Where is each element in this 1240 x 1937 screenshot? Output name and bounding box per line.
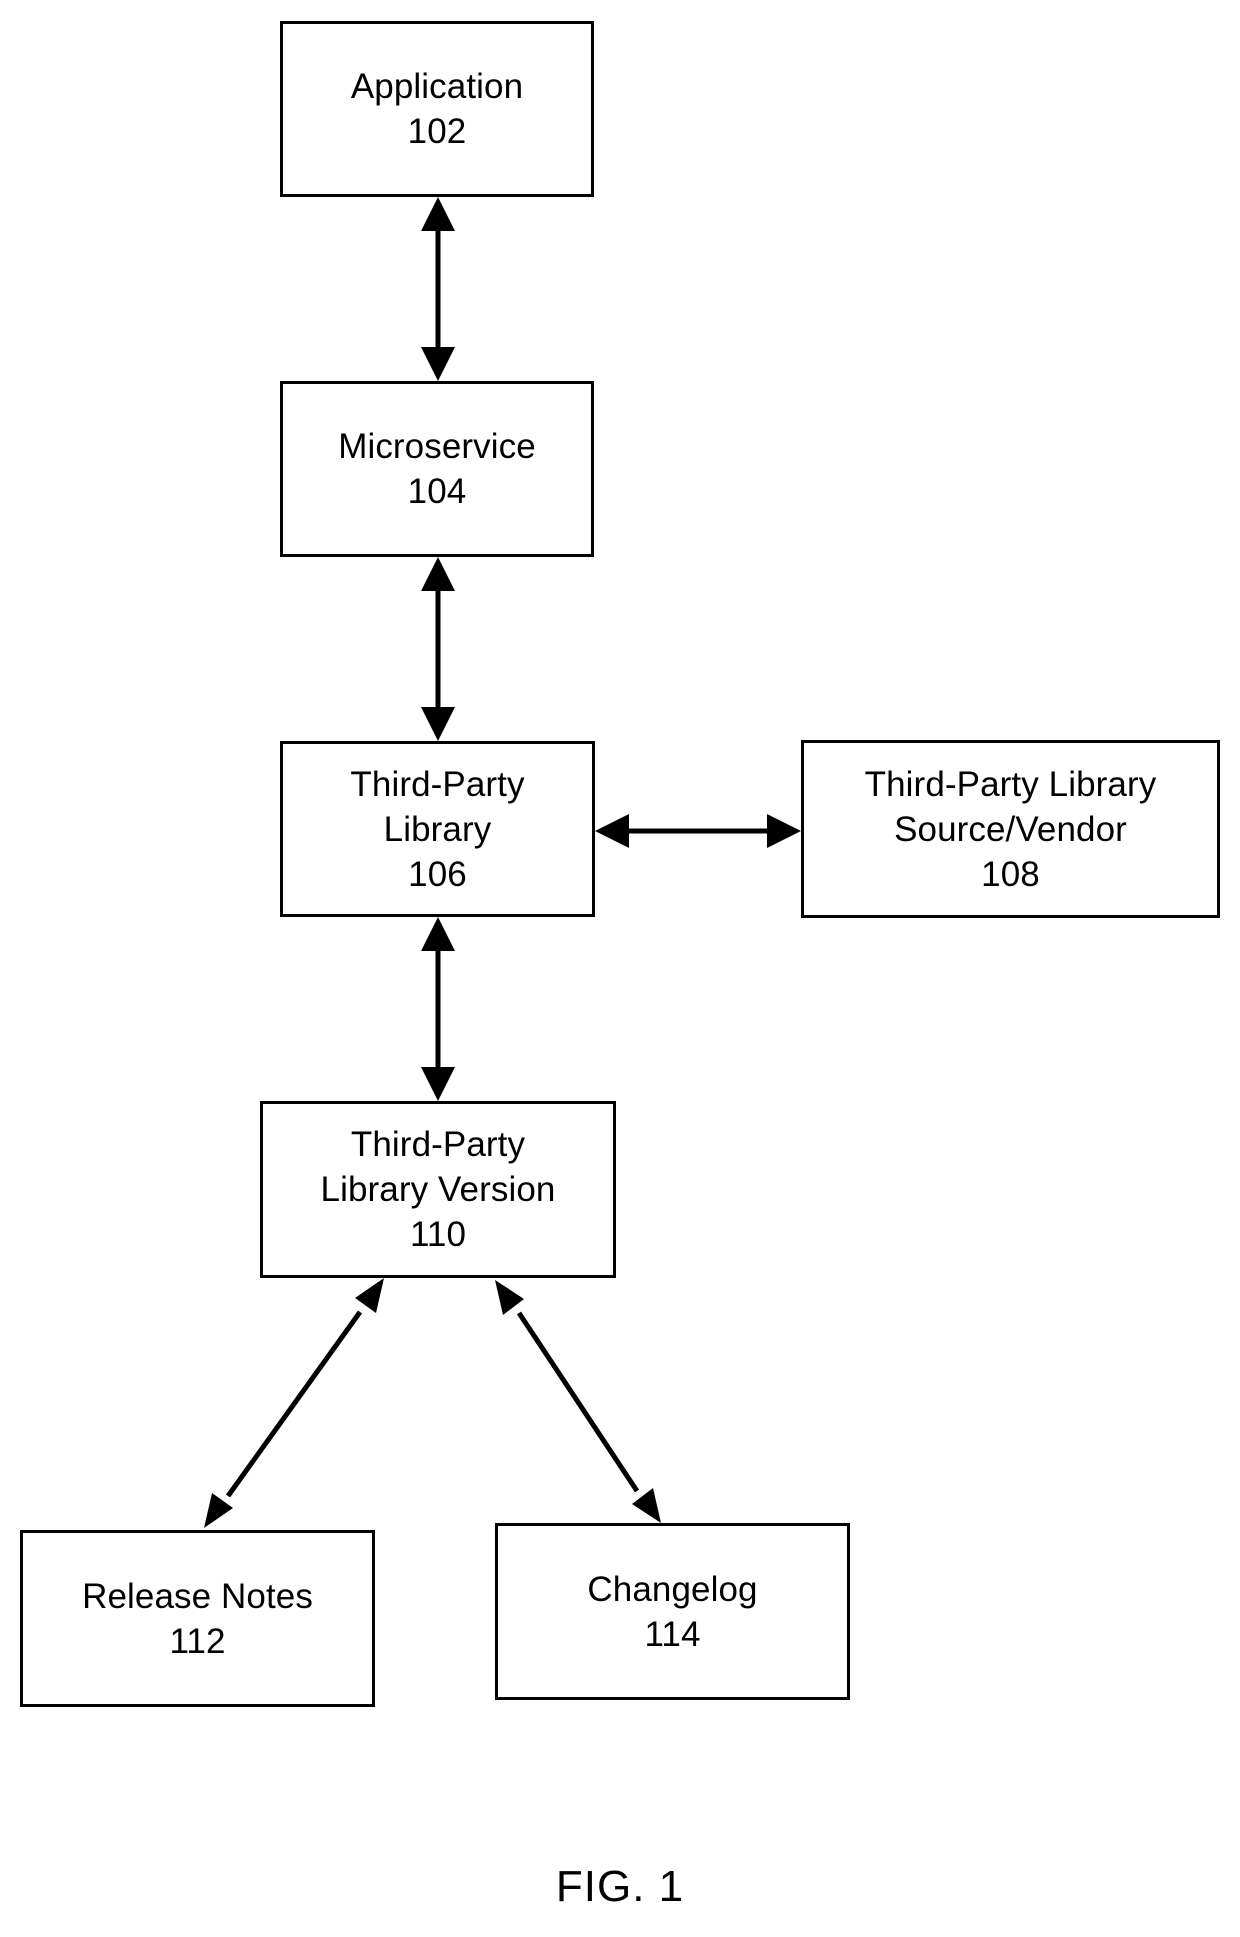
node-microservice-reference: 104	[407, 472, 467, 511]
node-third-party-library-version-label: Third-Party Library Version	[320, 1125, 556, 1209]
arrow-library-library-version	[421, 917, 455, 1101]
node-release-notes: Release Notes 112	[20, 1530, 375, 1707]
node-application: Application 102	[280, 21, 594, 197]
arrow-microservice-library	[421, 557, 455, 741]
node-changelog-label: Changelog	[587, 1569, 758, 1609]
arrow-library-version-release-notes	[204, 1278, 384, 1528]
arrow-library-vendor	[595, 814, 801, 848]
node-third-party-library-reference: 106	[408, 854, 467, 894]
node-microservice-label: Microservice	[338, 427, 536, 466]
figure-caption: FIG. 1	[555, 1862, 685, 1911]
node-application-reference: 102	[407, 112, 467, 151]
node-release-notes-reference: 112	[169, 1621, 226, 1661]
node-third-party-library-source-vendor-label: Third-Party Library Source/Vendor	[864, 764, 1157, 849]
node-changelog: Changelog 114	[495, 1523, 850, 1700]
node-third-party-library-version-reference: 110	[409, 1215, 467, 1254]
node-third-party-library: Third-Party Library 106	[280, 741, 595, 917]
arrow-library-version-changelog	[495, 1280, 661, 1523]
node-third-party-library-label: Third-Party Library	[350, 764, 525, 849]
arrow-application-microservice	[421, 197, 455, 381]
node-changelog-reference: 114	[644, 1614, 701, 1654]
node-third-party-library-source-vendor: Third-Party Library Source/Vendor 108	[801, 740, 1220, 918]
node-third-party-library-source-vendor-reference: 108	[981, 854, 1040, 894]
node-third-party-library-version: Third-Party Library Version 110	[260, 1101, 616, 1278]
node-release-notes-label: Release Notes	[82, 1576, 313, 1616]
node-microservice: Microservice 104	[280, 381, 594, 557]
patent-figure: Application 102 Microservice 104 Third-P…	[0, 0, 1240, 1937]
node-application-label: Application	[350, 67, 524, 106]
